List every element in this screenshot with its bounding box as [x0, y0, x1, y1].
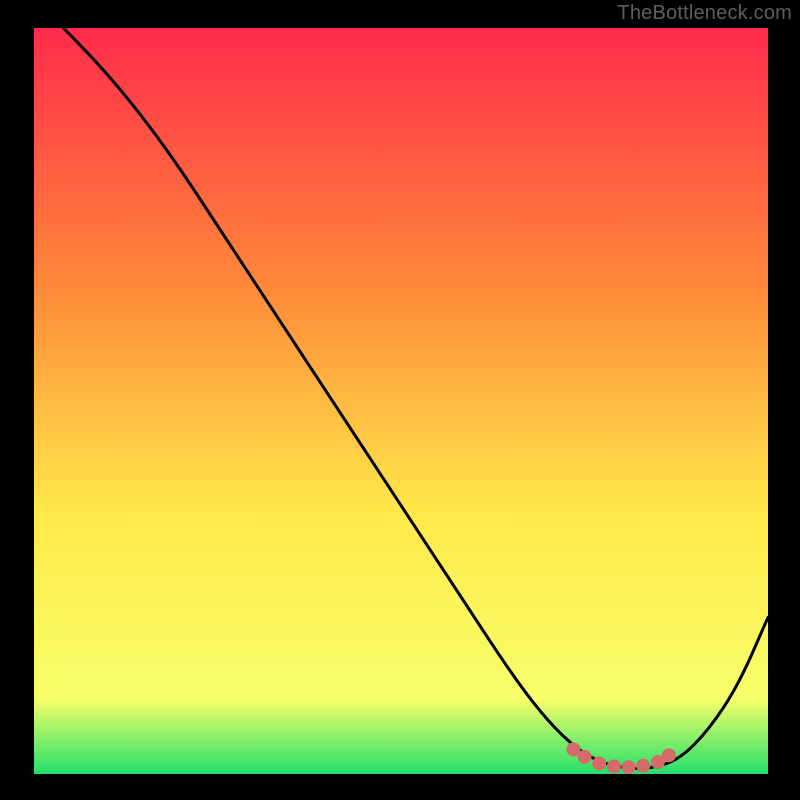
- optimal-marker: [622, 761, 635, 774]
- optimal-marker: [593, 757, 606, 770]
- optimal-marker: [637, 759, 650, 772]
- plot-area: [34, 28, 768, 774]
- optimal-marker: [578, 750, 591, 763]
- gradient-background: [34, 28, 768, 774]
- watermark-text: TheBottleneck.com: [617, 2, 792, 25]
- chart-frame: TheBottleneck.com: [0, 0, 800, 800]
- optimal-marker: [662, 749, 675, 762]
- optimal-marker: [607, 760, 620, 773]
- chart-svg: [34, 28, 768, 774]
- optimal-marker: [567, 743, 580, 756]
